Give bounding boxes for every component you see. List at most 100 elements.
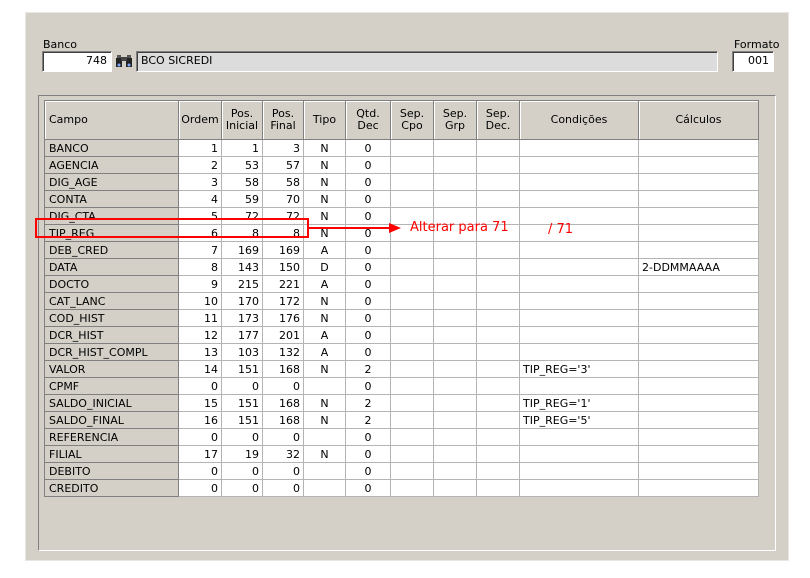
cell-campo[interactable]: DCR_HIST_COMPL [44,343,179,361]
cell-campo[interactable]: DATA [44,258,179,276]
col-header-campo[interactable]: Campo [44,100,179,140]
cell-calculos[interactable] [638,275,759,293]
table-row[interactable]: DIG_AGE 3 58 58 N 0 [44,173,759,191]
cell-qtd_dec[interactable]: 0 [345,241,391,259]
cell-campo[interactable]: BANCO [44,139,179,157]
cell-qtd_dec[interactable]: 0 [345,173,391,191]
cell-campo[interactable]: VALOR [44,360,179,378]
cell-campo[interactable]: DIG_AGE [44,173,179,191]
table-row[interactable]: VALOR 14 151 168 N 2 TIP_REG='3' [44,360,759,378]
cell-campo[interactable]: SALDO_INICIAL [44,394,179,412]
cell-qtd_dec[interactable]: 2 [345,394,391,412]
cell-pos_ini[interactable]: 0 [221,479,263,497]
cell-pos_ini[interactable]: 177 [221,326,263,344]
cell-qtd_dec[interactable]: 0 [345,292,391,310]
cell-calculos[interactable] [638,462,759,480]
cell-pos_ini[interactable]: 143 [221,258,263,276]
cell-calculos[interactable] [638,479,759,497]
table-row[interactable]: DEB_CRED 7 169 169 A 0 [44,241,759,259]
table-row[interactable]: CREDITO 0 0 0 0 [44,479,759,497]
table-row[interactable]: SALDO_INICIAL 15 151 168 N 2 TIP_REG='1' [44,394,759,412]
cell-sep_dec[interactable] [476,173,520,191]
cell-condicoes[interactable] [519,190,639,208]
cell-sep_dec[interactable] [476,241,520,259]
cell-tipo[interactable]: N [303,139,346,157]
cell-sep_cpo[interactable] [390,445,434,463]
cell-pos_fin[interactable]: 169 [262,241,304,259]
cell-ordem[interactable]: 0 [178,428,222,446]
cell-sep_dec[interactable] [476,411,520,429]
cell-pos_fin[interactable]: 168 [262,360,304,378]
col-header-tipo[interactable]: Tipo [303,100,346,140]
cell-pos_ini[interactable]: 215 [221,275,263,293]
cell-tipo[interactable]: N [303,360,346,378]
cell-condicoes[interactable] [519,207,639,225]
cell-calculos[interactable] [638,445,759,463]
table-row[interactable]: BANCO 1 1 3 N 0 [44,139,759,157]
cell-sep_dec[interactable] [476,190,520,208]
cell-condicoes[interactable]: TIP_REG='5' [519,411,639,429]
cell-qtd_dec[interactable]: 0 [345,309,391,327]
cell-calculos[interactable] [638,377,759,395]
cell-qtd_dec[interactable]: 2 [345,411,391,429]
table-row[interactable]: CONTA 4 59 70 N 0 [44,190,759,208]
cell-sep_cpo[interactable] [390,190,434,208]
table-row[interactable]: AGENCIA 2 53 57 N 0 [44,156,759,174]
cell-pos_ini[interactable]: 0 [221,377,263,395]
table-row[interactable]: CPMF 0 0 0 0 [44,377,759,395]
cell-calculos[interactable] [638,156,759,174]
cell-calculos[interactable] [638,326,759,344]
cell-qtd_dec[interactable]: 0 [345,275,391,293]
cell-qtd_dec[interactable]: 0 [345,343,391,361]
table-row[interactable]: DCR_HIST 12 177 201 A 0 [44,326,759,344]
cell-qtd_dec[interactable]: 0 [345,445,391,463]
cell-pos_ini[interactable]: 170 [221,292,263,310]
cell-condicoes[interactable]: TIP_REG='1' [519,394,639,412]
cell-qtd_dec[interactable]: 0 [345,326,391,344]
cell-sep_dec[interactable] [476,428,520,446]
cell-tipo[interactable]: N [303,173,346,191]
cell-sep_grp[interactable] [433,377,477,395]
cell-pos_ini[interactable]: 58 [221,173,263,191]
cell-sep_grp[interactable] [433,190,477,208]
cell-pos_fin[interactable]: 70 [262,190,304,208]
cell-sep_dec[interactable] [476,275,520,293]
cell-sep_grp[interactable] [433,343,477,361]
cell-sep_cpo[interactable] [390,139,434,157]
cell-ordem[interactable]: 12 [178,326,222,344]
cell-condicoes[interactable] [519,258,639,276]
cell-calculos[interactable]: 2-DDMMAAAA [638,258,759,276]
table-row[interactable]: DATA 8 143 150 D 0 2-DDMMAAAA [44,258,759,276]
cell-sep_cpo[interactable] [390,462,434,480]
cell-sep_cpo[interactable] [390,156,434,174]
cell-pos_ini[interactable]: 0 [221,428,263,446]
table-row[interactable]: CAT_LANC 10 170 172 N 0 [44,292,759,310]
cell-tipo[interactable]: N [303,445,346,463]
cell-tipo[interactable]: A [303,275,346,293]
cell-tipo[interactable]: N [303,394,346,412]
cell-qtd_dec[interactable]: 0 [345,428,391,446]
cell-qtd_dec[interactable]: 0 [345,156,391,174]
cell-tipo[interactable]: N [303,156,346,174]
cell-calculos[interactable] [638,173,759,191]
col-header-calculos[interactable]: Cálculos [638,100,759,140]
cell-sep_grp[interactable] [433,156,477,174]
cell-tipo[interactable] [303,462,346,480]
cell-calculos[interactable] [638,309,759,327]
cell-campo[interactable]: SALDO_FINAL [44,411,179,429]
cell-sep_cpo[interactable] [390,326,434,344]
cell-ordem[interactable]: 8 [178,258,222,276]
cell-pos_ini[interactable]: 19 [221,445,263,463]
cell-condicoes[interactable] [519,428,639,446]
cell-qtd_dec[interactable]: 0 [345,139,391,157]
cell-ordem[interactable]: 2 [178,156,222,174]
cell-pos_fin[interactable]: 201 [262,326,304,344]
cell-pos_fin[interactable]: 0 [262,377,304,395]
cell-sep_dec[interactable] [476,156,520,174]
cell-tipo[interactable] [303,377,346,395]
cell-condicoes[interactable] [519,479,639,497]
cell-sep_cpo[interactable] [390,292,434,310]
cell-sep_cpo[interactable] [390,428,434,446]
col-header-ordem[interactable]: Ordem [178,100,222,140]
cell-tipo[interactable] [303,479,346,497]
